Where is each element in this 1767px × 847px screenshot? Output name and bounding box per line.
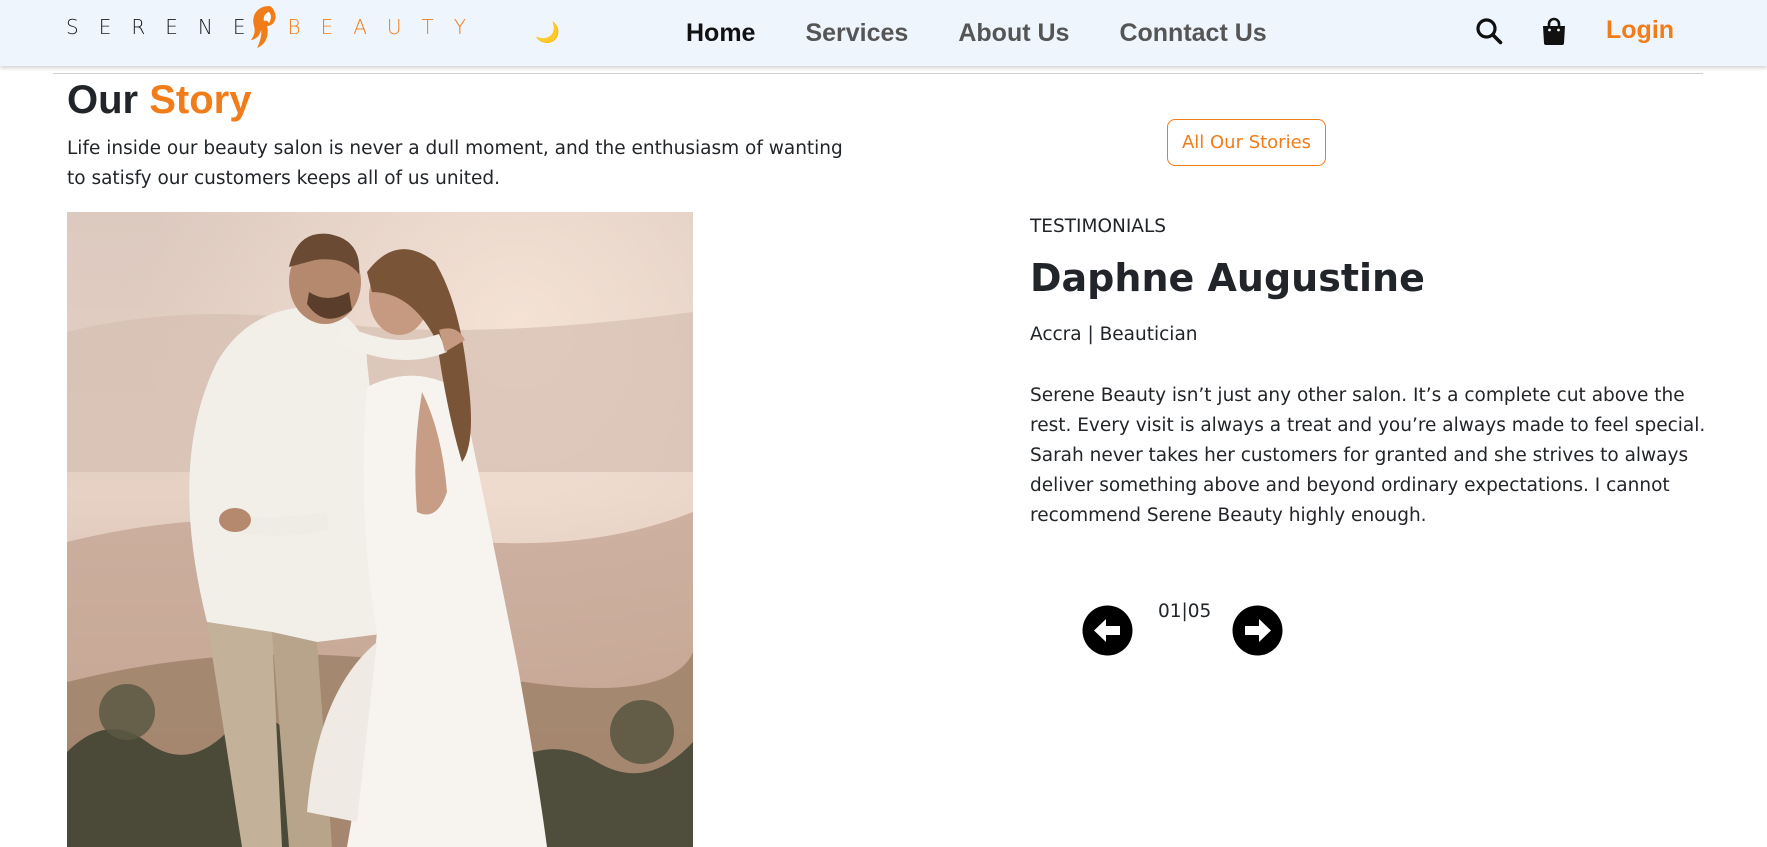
nav-contact-us[interactable]: Conntact Us xyxy=(1119,14,1266,52)
all-our-stories-button[interactable]: All Our Stories xyxy=(1167,119,1326,166)
nav-home[interactable]: Home xyxy=(686,14,755,52)
story-title-accent: Story xyxy=(149,78,252,122)
story-title-plain: Our xyxy=(67,78,139,122)
logo-word-serene: SERENE xyxy=(66,15,266,39)
story-description: Life inside our beauty salon is never a … xyxy=(67,138,843,189)
nav-about-us[interactable]: About Us xyxy=(958,14,1069,52)
search-icon[interactable] xyxy=(1475,17,1503,45)
testimonial-author-name: Daphne Augustine xyxy=(1030,256,1425,300)
login-link[interactable]: Login xyxy=(1606,13,1674,47)
brand-logo[interactable]: SERENE BEAUTY xyxy=(66,4,486,50)
logo-word-beauty: BEAUTY xyxy=(287,15,486,39)
testimonial-author-meta: Accra | Beautician xyxy=(1030,324,1198,345)
moon-icon[interactable]: 🌙 xyxy=(535,20,560,45)
arrow-right-circle-icon[interactable] xyxy=(1232,605,1283,656)
testimonial-counter: 01|05 xyxy=(1158,601,1212,622)
nav-services[interactable]: Services xyxy=(805,14,908,52)
woman-silhouette-logo-icon xyxy=(251,6,276,48)
shopping-bag-icon[interactable] xyxy=(1541,17,1567,45)
couple-embracing-photo xyxy=(67,212,693,847)
testimonials-label: TESTIMONIALS xyxy=(1030,216,1167,237)
navbar: SERENE BEAUTY 🌙 Home Services About Us C… xyxy=(0,0,1767,66)
testimonial-quote: Serene Beauty isn’t just any other salon… xyxy=(1030,385,1706,526)
main-nav: Home Services About Us Conntact Us xyxy=(686,14,1317,52)
arrow-left-circle-icon[interactable] xyxy=(1082,605,1133,656)
section-divider xyxy=(53,73,1703,74)
our-story-title: Our Story xyxy=(67,76,252,124)
